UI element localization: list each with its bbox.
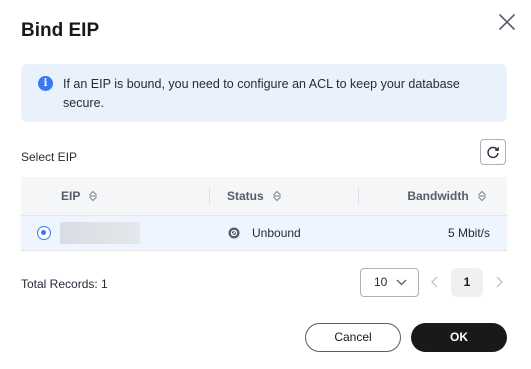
dialog-title: Bind EIP [21,20,100,41]
unbound-status-icon [228,227,240,239]
sort-icon[interactable] [477,190,487,202]
chevron-left-icon[interactable] [429,275,441,289]
radio-selected-dot [41,230,46,235]
sort-icon[interactable] [272,190,282,202]
acl-notice-banner: i If an EIP is bound, you need to config… [21,64,507,122]
column-header-bandwidth[interactable]: Bandwidth [407,177,487,215]
column-divider [358,187,359,205]
refresh-icon [487,146,500,159]
close-icon[interactable] [497,12,517,32]
column-header-eip[interactable]: EIP [61,177,98,215]
chevron-down-icon [396,279,407,286]
bind-eip-dialog: Bind EIP i If an EIP is bound, you need … [0,0,531,369]
notice-text: If an EIP is bound, you need to configur… [63,77,460,110]
total-records: Total Records: 1 [21,277,108,291]
sort-icon[interactable] [88,190,98,202]
column-label: EIP [61,189,81,203]
chevron-right-icon[interactable] [493,275,505,289]
page-size-value: 10 [374,275,388,289]
status-text: Unbound [252,226,301,240]
page-size-select[interactable]: 10 [360,268,419,297]
info-icon: i [38,76,53,91]
column-header-status[interactable]: Status [227,177,282,215]
column-label: Bandwidth [407,189,469,203]
column-divider [209,187,210,205]
ok-button[interactable]: OK [411,323,507,352]
eip-address-redacted [60,222,140,244]
bandwidth-text: 5 Mbit/s [447,226,490,240]
column-label: Status [227,189,264,203]
table-header: EIP Status Bandwidth [21,177,507,216]
table-row[interactable]: Unbound 5 Mbit/s [21,216,507,251]
refresh-button[interactable] [480,139,506,165]
row-radio-button[interactable] [37,226,51,240]
cancel-button[interactable]: Cancel [305,323,401,352]
page-number-current[interactable]: 1 [451,268,483,297]
eip-table: EIP Status Bandwidth Unbound 5 Mbit/s [21,177,507,251]
select-eip-label: Select EIP [21,150,78,164]
